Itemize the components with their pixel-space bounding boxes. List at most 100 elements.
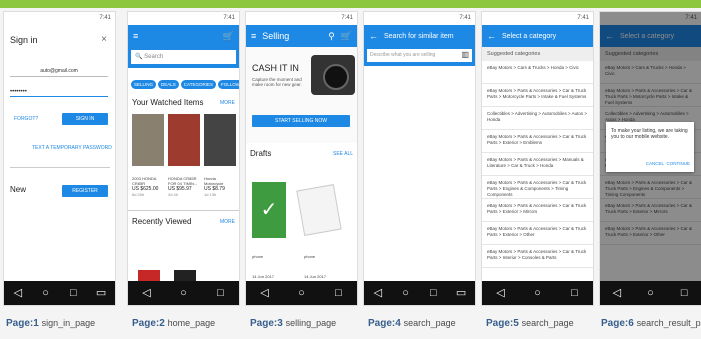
recents-icon[interactable]: □ <box>65 287 81 299</box>
status-bar: 7:41 <box>341 15 353 21</box>
phone-home: 7:41 ≡ 🛒 🔍 Search SELLING DEALS CATEGORIES… <box>128 12 239 305</box>
home-icon[interactable]: ○ <box>294 287 310 299</box>
close-icon[interactable]: × <box>101 34 107 45</box>
page-name: search_page <box>521 318 574 328</box>
home-icon[interactable]: ○ <box>530 287 546 299</box>
back-icon[interactable]: ◁ <box>370 287 386 299</box>
start-selling-button[interactable]: START SELLING NOW <box>252 115 350 127</box>
item-card[interactable]: HONDA CR85R FOR 04 TIMIN... US $95.97 2d… <box>168 176 200 197</box>
menu-icon[interactable]: ≡ <box>251 31 256 41</box>
recents-icon[interactable]: □ <box>425 287 441 299</box>
check-icon: ✓ <box>260 199 278 221</box>
item-time: 1d 13h <box>204 192 217 197</box>
recents-icon[interactable]: □ <box>676 287 692 299</box>
draft-name: phone <box>304 254 316 259</box>
more-link[interactable]: MORE <box>220 100 235 106</box>
search-input[interactable]: 🔍 Search <box>131 50 236 64</box>
recents-icon[interactable]: □ <box>567 287 583 299</box>
more-link[interactable]: MORE <box>220 219 235 225</box>
draft-name: phone <box>252 254 264 259</box>
item-card[interactable]: Honda Motorcycle Lockset Ig... US $8.79 … <box>204 176 236 197</box>
back-arrow-icon[interactable]: ← <box>487 31 496 41</box>
register-button[interactable]: REGISTER <box>62 185 108 197</box>
app-bar: ← Select a category <box>482 25 593 47</box>
category-row[interactable]: eBay Motors > Parts & Accessories > Car … <box>482 130 593 153</box>
back-icon[interactable]: ◁ <box>257 287 273 299</box>
page-number: Page:4 <box>368 318 401 329</box>
back-arrow-icon[interactable]: ← <box>369 31 378 41</box>
category-row[interactable]: eBay Motors > Parts & Accessories > Car … <box>482 84 593 107</box>
cart-icon[interactable]: 🛒 <box>341 31 352 42</box>
page-caption: Page:4 search_page <box>368 318 456 329</box>
chip-categories[interactable]: CATEGORIES <box>180 80 216 89</box>
temporary-password-link[interactable]: TEXT A TEMPORARY PASSWORD <box>32 145 112 151</box>
page-number: Page:6 <box>601 318 634 329</box>
app-bar: ← Search for similar item <box>364 25 475 47</box>
home-icon[interactable]: ○ <box>176 287 192 299</box>
item-image[interactable] <box>168 114 200 166</box>
password-field[interactable]: •••••••• <box>10 89 108 97</box>
continue-button[interactable]: CONTINUE <box>667 161 691 166</box>
recents-icon[interactable]: □ <box>213 287 229 299</box>
category-row[interactable]: eBay Motors > Parts & Accessories > Car … <box>482 245 593 268</box>
chip-selling[interactable]: SELLING <box>131 80 157 89</box>
search-icon[interactable]: ⚲ <box>328 31 335 42</box>
forgot-link[interactable]: FORGOT? <box>14 116 38 122</box>
phone-search-result: 7:41 ← Select a category Suggested categ… <box>600 12 701 305</box>
keyboard-icon[interactable]: ▭ <box>93 287 109 299</box>
page-title: Select a category <box>502 32 557 40</box>
page-name: home_page <box>167 318 216 328</box>
page-name: sign_in_page <box>41 318 96 328</box>
android-nav-bar: ◁ ○ □ <box>600 281 701 305</box>
top-accent-bar <box>0 0 701 8</box>
back-icon[interactable]: ◁ <box>609 287 625 299</box>
draft-image[interactable]: ✓ <box>252 182 286 238</box>
back-icon[interactable]: ◁ <box>139 287 155 299</box>
draft-placeholder-image[interactable] <box>296 184 342 236</box>
category-row[interactable]: eBay Motors > Parts & Accessories > Manu… <box>482 153 593 176</box>
item-name: 2003 HONDA CR85R BOTTOM... <box>132 176 157 186</box>
home-icon[interactable]: ○ <box>398 287 414 299</box>
app-bar: ≡ Selling ⚲ 🛒 <box>246 25 357 47</box>
email-field[interactable]: auto@gmail.com <box>10 68 108 77</box>
sign-in-button[interactable]: SIGN IN <box>62 113 108 125</box>
back-icon[interactable]: ◁ <box>10 287 26 299</box>
item-card[interactable]: 2003 HONDA CR85R BOTTOM... US $625.00 6d… <box>132 176 164 197</box>
back-icon[interactable]: ◁ <box>493 287 509 299</box>
chip-deals[interactable]: DEALS <box>158 80 179 89</box>
page-caption: Page:3 selling_page <box>250 318 336 329</box>
menu-icon[interactable]: ≡ <box>133 31 138 41</box>
status-bar: 7:41 <box>577 15 589 21</box>
page-number: Page:2 <box>132 318 165 329</box>
home-icon[interactable]: ○ <box>642 287 658 299</box>
draft-date: 14 Jun 2017 <box>252 274 275 279</box>
category-row[interactable]: eBay Motors > Cars & Trucks > Honda > Ci… <box>482 61 593 84</box>
item-image[interactable] <box>204 114 236 166</box>
chip-follow[interactable]: FOLLOW <box>217 80 239 89</box>
keyboard-icon[interactable]: ▭ <box>453 287 469 299</box>
draft-date: 14 Jun 2017 <box>304 274 327 279</box>
promo-title: CASH IT IN <box>252 63 299 73</box>
dialog-message: To make your listing, we are taking you … <box>611 128 688 140</box>
item-image[interactable] <box>132 114 164 166</box>
recent-title: Recently Viewed <box>132 217 192 226</box>
cancel-button[interactable]: CANCEL <box>646 161 664 166</box>
home-icon[interactable]: ○ <box>38 287 54 299</box>
barcode-icon[interactable]: ▥ <box>461 50 469 59</box>
android-nav-bar: ◁ ○ □ <box>482 281 593 305</box>
page-caption: Page:6 search_result_page <box>601 318 701 329</box>
see-all-link[interactable]: SEE ALL <box>333 151 353 157</box>
category-row[interactable]: eBay Motors > Parts & Accessories > Car … <box>482 176 593 199</box>
category-row[interactable]: Collectibles > Advertising > Automobiles… <box>482 107 593 130</box>
search-icon: 🔍 <box>135 54 143 60</box>
category-row[interactable]: eBay Motors > Parts & Accessories > Car … <box>482 199 593 222</box>
describe-item-input[interactable]: Describe what you are selling ▥ <box>367 49 472 62</box>
redirect-dialog: To make your listing, we are taking you … <box>606 122 694 172</box>
category-row[interactable]: eBay Motors > Parts & Accessories > Car … <box>482 222 593 245</box>
cart-icon[interactable]: 🛒 <box>223 31 234 42</box>
recents-icon[interactable]: □ <box>331 287 347 299</box>
status-bar: 7:41 <box>459 15 471 21</box>
page-caption: Page:5 search_page <box>486 318 574 329</box>
page-caption: Page:1 sign_in_page <box>6 318 95 329</box>
watched-title: Your Watched Items <box>132 98 204 107</box>
